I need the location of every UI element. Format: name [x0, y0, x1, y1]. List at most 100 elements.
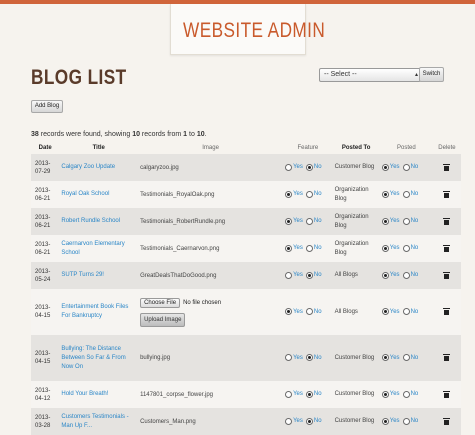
feature-no-radio[interactable]: [305, 308, 313, 316]
feature-no-radio[interactable]: [305, 217, 313, 225]
trash-icon[interactable]: [443, 354, 451, 361]
row-delete: [432, 289, 461, 335]
row-posted-to: Organization Blog: [332, 208, 380, 235]
posted-yes-radio[interactable]: [381, 271, 389, 279]
feature-no-radio[interactable]: [305, 190, 313, 198]
posted-yes-radio[interactable]: [381, 244, 389, 252]
table-row: 2013-07-29 Calgary Zoo Update calgaryzoo.j…: [31, 154, 461, 181]
posted-no-label: No: [410, 391, 419, 398]
row-title-link[interactable]: Bullying: The Distance Between So Far & …: [59, 335, 139, 381]
posted-yes-radio[interactable]: [381, 163, 389, 171]
posted-no-radio[interactable]: [402, 308, 410, 316]
feature-no-label: No: [313, 164, 322, 171]
image-filename: bullying.jpg: [140, 355, 171, 361]
feature-yes-radio[interactable]: [285, 271, 293, 279]
feature-no-radio[interactable]: [305, 244, 313, 252]
table-row: 2013-04-12 Hold Your Breath! 1147801_corps…: [31, 381, 461, 408]
col-feature: Feature: [297, 145, 319, 151]
row-feature: Yes No: [283, 289, 333, 335]
posted-yes-radio[interactable]: [381, 217, 389, 225]
posted-no-label: No: [410, 308, 419, 315]
trash-icon[interactable]: [443, 163, 451, 171]
feature-yes-radio[interactable]: [285, 390, 293, 398]
feature-yes-label: Yes: [293, 308, 303, 315]
trash-icon[interactable]: [443, 244, 451, 252]
row-title-link[interactable]: Hold Your Breath!: [59, 381, 139, 408]
row-title-link[interactable]: Caernarvon Elementary School: [59, 235, 139, 262]
row-posted: Yes No: [379, 289, 433, 335]
row-posted: Yes No: [379, 262, 433, 289]
switch-button[interactable]: Switch: [419, 67, 444, 82]
posted-no-radio[interactable]: [402, 354, 410, 362]
feature-yes-radio[interactable]: [285, 244, 293, 252]
posted-no-radio[interactable]: [402, 190, 410, 198]
blog-filter-select[interactable]: -- Select -- ▴: [319, 68, 421, 82]
posted-yes-radio[interactable]: [381, 354, 389, 362]
records-text: records from: [139, 131, 184, 138]
posted-yes-label: Yes: [389, 191, 400, 198]
trash-icon[interactable]: [443, 417, 451, 425]
image-filename: Customers_Man.png: [140, 418, 196, 425]
feature-no-radio[interactable]: [305, 271, 313, 279]
feature-yes-radio[interactable]: [285, 163, 293, 171]
row-delete: [432, 235, 461, 262]
posted-no-radio[interactable]: [402, 417, 410, 425]
feature-yes-radio[interactable]: [285, 190, 293, 198]
add-blog-button[interactable]: Add Blog: [31, 100, 63, 113]
records-text: .: [204, 131, 207, 138]
posted-no-radio[interactable]: [402, 163, 410, 171]
row-title-link[interactable]: Royal Oak School: [59, 181, 139, 208]
feature-no-radio[interactable]: [305, 163, 313, 171]
posted-no-radio[interactable]: [402, 217, 410, 225]
feature-no-radio[interactable]: [305, 390, 313, 398]
posted-no-label: No: [410, 245, 419, 252]
row-posted-to: Organization Blog: [332, 181, 380, 208]
col-title: Title: [92, 145, 105, 151]
posted-yes-radio[interactable]: [381, 417, 389, 425]
feature-yes-radio[interactable]: [285, 417, 293, 425]
row-image: Choose File No file chosen Upload Image: [138, 289, 284, 335]
feature-yes-radio[interactable]: [285, 217, 293, 225]
choose-file-button[interactable]: Choose File: [140, 297, 181, 308]
feature-no-radio[interactable]: [305, 354, 313, 362]
row-date: 2013-05-24: [31, 262, 60, 289]
table-row: 2013-06-21 Caernarvon Elementary School Te…: [31, 235, 461, 262]
image-filename: GreatDealsThatDoGood.png: [140, 272, 217, 279]
trash-icon[interactable]: [443, 390, 451, 398]
table-row: 2013-06-21 Royal Oak School Testimonials_R…: [31, 181, 461, 208]
feature-no-radio[interactable]: [305, 417, 313, 425]
row-title-link[interactable]: Customers Testimonials - Man Up F...: [59, 408, 139, 435]
posted-yes-radio[interactable]: [381, 390, 389, 398]
upload-image-button[interactable]: Upload Image: [140, 312, 186, 327]
table-row: 2013-06-21 Robert Rundle School Testimonia…: [31, 208, 461, 235]
posted-no-label: No: [410, 218, 419, 225]
records-to: 10: [196, 131, 205, 138]
row-date: 2013-06-21: [31, 181, 60, 208]
posted-no-radio[interactable]: [402, 390, 410, 398]
row-image: Testimonials_Caernarvon.png: [138, 235, 284, 262]
row-title-link[interactable]: Robert Rundle School: [59, 208, 139, 235]
row-image: 1147801_corpse_flower.jpg: [138, 381, 284, 408]
trash-icon[interactable]: [443, 271, 451, 279]
feature-yes-label: Yes: [293, 218, 303, 225]
row-title-link[interactable]: Calgary Zoo Update: [59, 154, 139, 181]
posted-yes-radio[interactable]: [381, 308, 389, 316]
row-title-link[interactable]: SUTP Turns 29!: [59, 262, 139, 289]
posted-no-radio[interactable]: [402, 271, 410, 279]
records-text: to: [187, 131, 197, 138]
image-filename: 1147801_corpse_flower.jpg: [140, 391, 214, 398]
col-delete: Delete: [438, 145, 456, 151]
posted-yes-label: Yes: [389, 391, 400, 398]
posted-yes-radio[interactable]: [381, 190, 389, 198]
row-title-link[interactable]: Entertainment Book Files For Bankruptcy: [59, 289, 139, 335]
row-image: Testimonials_RobertRundle.png: [138, 208, 284, 235]
feature-yes-radio[interactable]: [285, 354, 293, 362]
feature-yes-radio[interactable]: [285, 308, 293, 316]
trash-icon[interactable]: [443, 190, 451, 198]
posted-no-label: No: [410, 418, 419, 425]
trash-icon[interactable]: [443, 308, 451, 315]
posted-no-radio[interactable]: [402, 244, 410, 252]
row-delete: [432, 181, 461, 208]
trash-icon[interactable]: [443, 217, 451, 225]
row-posted-to: Customer Blog: [332, 408, 380, 435]
